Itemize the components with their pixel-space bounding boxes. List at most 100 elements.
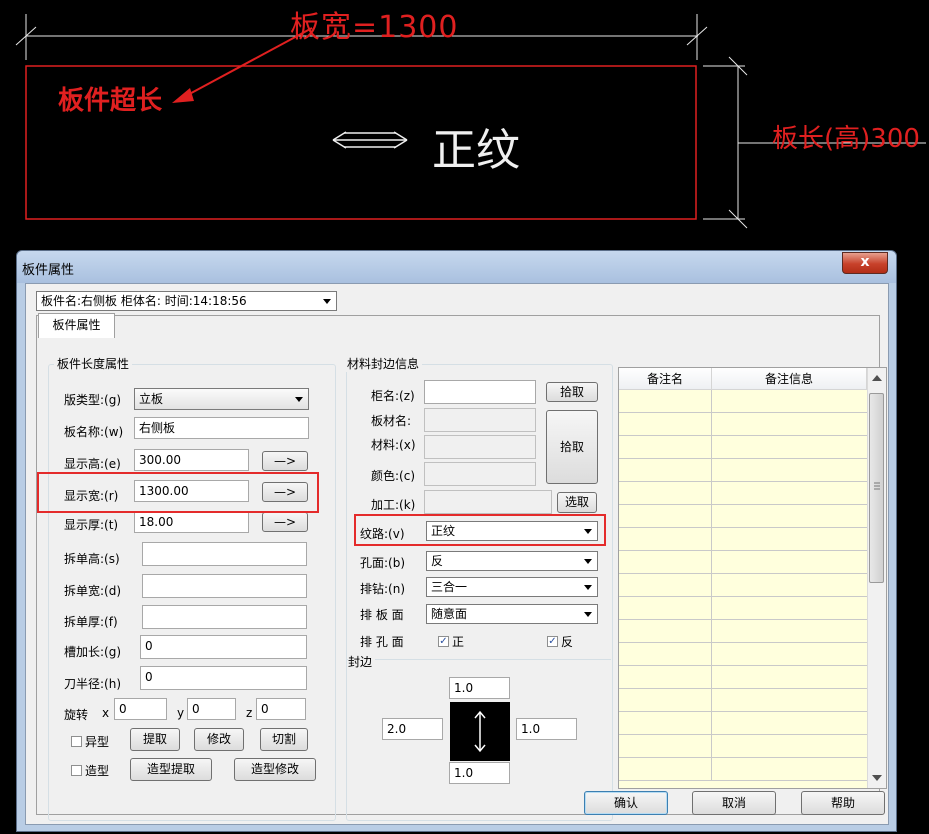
model-extract-button[interactable]: 造型提取 — [130, 758, 212, 781]
table-row[interactable] — [619, 551, 867, 574]
close-button[interactable]: x — [842, 252, 888, 274]
table-row[interactable] — [619, 758, 867, 781]
cabinet-field[interactable] — [424, 380, 536, 404]
height-field[interactable]: 300.00 — [134, 449, 249, 471]
edge-bottom-field[interactable]: 1.0 — [449, 762, 510, 784]
highlight-width-row — [37, 472, 319, 513]
edge-right-field[interactable]: 1.0 — [516, 718, 577, 740]
rotate-y-field[interactable]: 0 — [187, 698, 236, 720]
table-row[interactable] — [619, 528, 867, 551]
drill-label: 排钻:(n) — [360, 582, 406, 596]
chevron-down-icon — [584, 585, 592, 590]
dialog-title: 板件属性 — [22, 263, 75, 278]
color-label: 颜色:(c) — [371, 469, 416, 483]
split-height-label: 拆单高:(s) — [64, 552, 120, 566]
pick-cabinet-button[interactable]: 拾取 — [546, 382, 598, 402]
radius-label: 刀半径:(h) — [64, 677, 122, 691]
model-modify-button[interactable]: 造型修改 — [234, 758, 316, 781]
table-row[interactable] — [619, 459, 867, 482]
grid-header-info[interactable]: 备注信息 — [712, 368, 867, 390]
hole-face-label: 孔面:(b) — [360, 556, 406, 570]
scroll-up-icon[interactable] — [872, 374, 882, 382]
table-row[interactable] — [619, 390, 867, 413]
table-row[interactable] — [619, 712, 867, 735]
thickness-field[interactable]: 18.00 — [134, 511, 249, 533]
chevron-down-icon — [584, 559, 592, 564]
model-checkbox[interactable] — [71, 765, 82, 776]
split-height-field[interactable] — [142, 542, 307, 566]
cabinet-label: 柜名:(z) — [371, 389, 415, 403]
material-field — [424, 435, 536, 459]
table-row[interactable] — [619, 436, 867, 459]
grid-scrollbar[interactable] — [867, 368, 886, 788]
grid-body — [619, 390, 867, 788]
pick-material-button[interactable]: 拾取 — [546, 410, 598, 484]
rotate-label: 旋转 — [64, 708, 89, 722]
type-value: 立板 — [139, 392, 164, 406]
remarks-grid[interactable]: 备注名 备注信息 — [618, 367, 887, 789]
hole-face-select[interactable]: 反 — [426, 551, 598, 571]
scroll-thumb[interactable] — [869, 393, 884, 583]
thickness-label: 显示厚:(t) — [64, 518, 119, 532]
board-face-value: 随意面 — [431, 607, 468, 621]
edge-left-field[interactable]: 2.0 — [382, 718, 443, 740]
panel-select[interactable]: 板件名:右侧板 柜体名: 时间:14:18:56 — [36, 291, 337, 311]
drill-select[interactable]: 三合一 — [426, 577, 598, 597]
table-row[interactable] — [619, 482, 867, 505]
edge-preview — [450, 702, 510, 761]
height-label: 显示高:(e) — [64, 457, 121, 471]
cancel-button[interactable]: 取消 — [692, 791, 776, 815]
cut-button[interactable]: 切割 — [260, 728, 308, 751]
rotate-x-field[interactable]: 0 — [114, 698, 167, 720]
cad-drawing-area: 板宽=1300 板件超长 正纹 板长(高)300 — [0, 0, 929, 245]
table-row[interactable] — [619, 574, 867, 597]
table-row[interactable] — [619, 735, 867, 758]
type-select[interactable]: 立板 — [134, 388, 309, 410]
table-row[interactable] — [619, 620, 867, 643]
thickness-apply-button[interactable]: —> — [262, 512, 308, 532]
groove-field[interactable]: 0 — [140, 635, 307, 659]
split-width-field[interactable] — [142, 574, 307, 598]
edge-divider — [346, 659, 611, 660]
split-thickness-field[interactable] — [142, 605, 307, 629]
hole-face-value: 反 — [431, 554, 444, 568]
material-label: 材料:(x) — [371, 438, 416, 452]
board-overlength-label: 板件超长 — [58, 86, 163, 116]
grain-direction-label: 正纹 — [432, 125, 520, 176]
board-material-label: 板材名: — [371, 414, 412, 428]
process-field — [424, 490, 552, 514]
board-face-select[interactable]: 随意面 — [426, 604, 598, 624]
table-row[interactable] — [619, 505, 867, 528]
back-checkbox[interactable]: ✓ — [547, 636, 558, 647]
radius-field[interactable]: 0 — [140, 666, 307, 690]
help-button[interactable]: 帮助 — [801, 791, 885, 815]
front-checkbox[interactable]: ✓ — [438, 636, 449, 647]
table-row[interactable] — [619, 689, 867, 712]
grid-header-name[interactable]: 备注名 — [619, 368, 712, 390]
table-row[interactable] — [619, 643, 867, 666]
front-label: 正 — [452, 635, 465, 649]
chevron-down-icon — [584, 612, 592, 617]
hole-side-label: 排 孔 面 — [360, 635, 404, 649]
table-row[interactable] — [619, 413, 867, 436]
name-field[interactable]: 右侧板 — [134, 417, 309, 439]
tab-board-properties[interactable]: 板件属性 — [38, 313, 115, 338]
dialog-titlebar[interactable]: 板件属性 x — [17, 251, 896, 283]
length-group-title: 板件长度属性 — [54, 355, 133, 372]
rotate-x-label: x — [102, 706, 110, 720]
scroll-down-icon[interactable] — [872, 774, 882, 782]
split-width-label: 拆单宽:(d) — [64, 584, 122, 598]
chevron-down-icon — [295, 397, 303, 402]
ok-button[interactable]: 确认 — [584, 791, 668, 815]
select-process-button[interactable]: 选取 — [557, 492, 597, 513]
model-label: 造型 — [85, 764, 110, 778]
rotate-z-field[interactable]: 0 — [256, 698, 306, 720]
table-row[interactable] — [619, 597, 867, 620]
process-label: 加工:(k) — [371, 498, 416, 512]
height-apply-button[interactable]: —> — [262, 451, 308, 471]
table-row[interactable] — [619, 666, 867, 689]
edge-top-field[interactable]: 1.0 — [449, 677, 510, 699]
modify-button[interactable]: 修改 — [194, 728, 244, 751]
extract-button[interactable]: 提取 — [130, 728, 180, 751]
shaped-checkbox[interactable] — [71, 736, 82, 747]
